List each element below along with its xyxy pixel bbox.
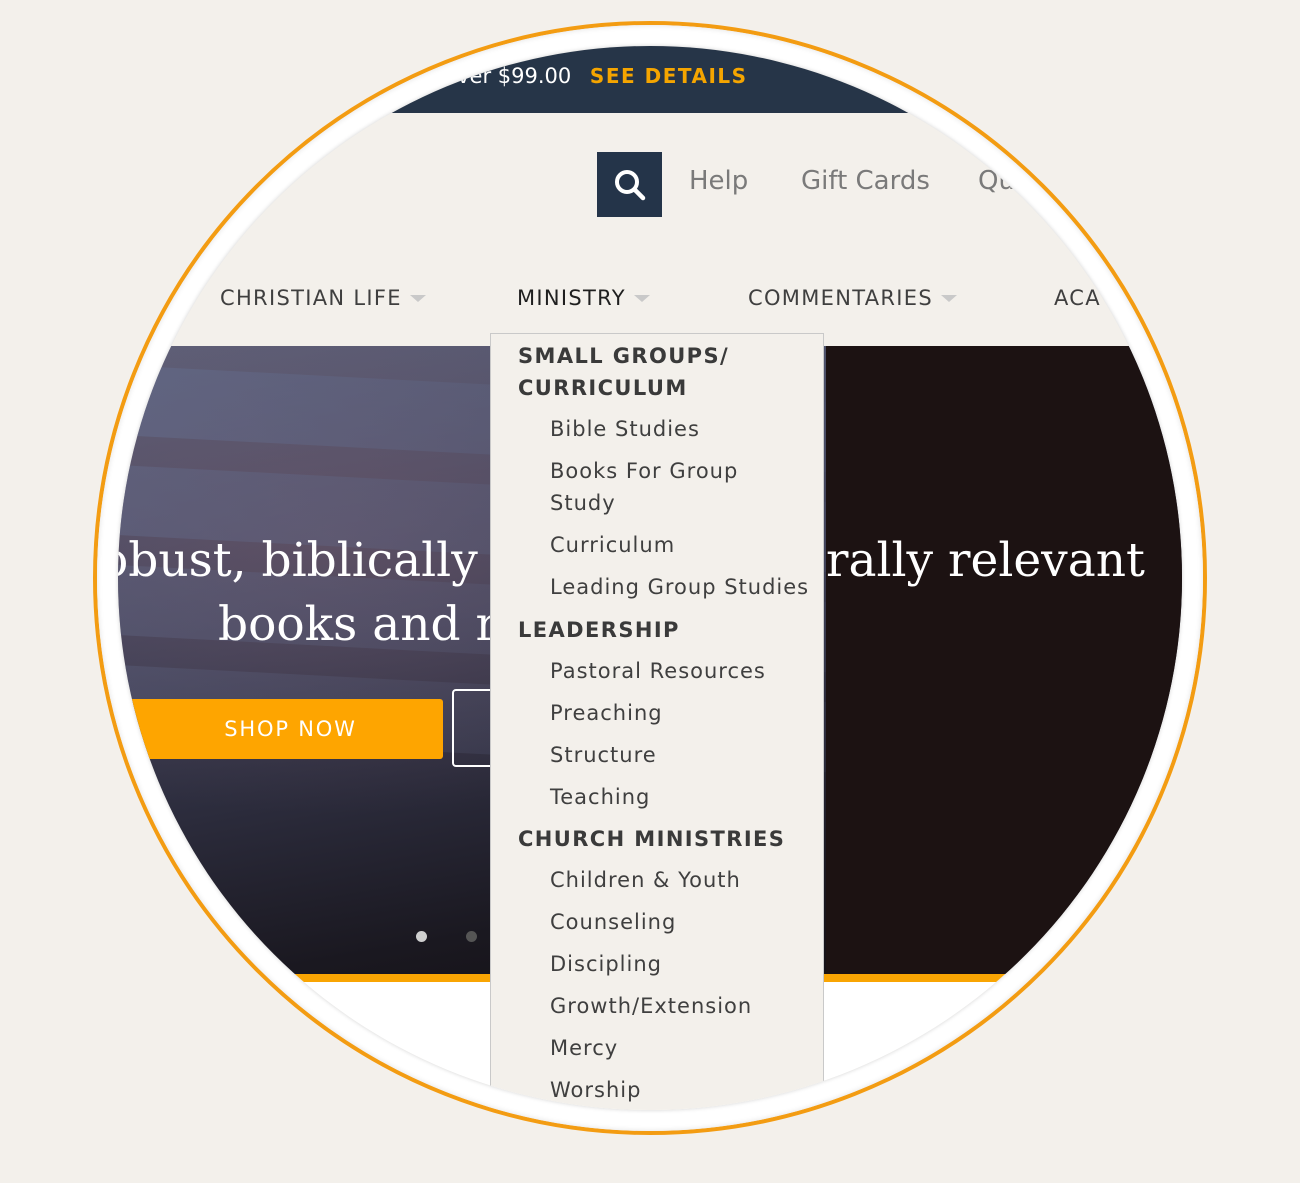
heading-line: CURRICULUM (518, 376, 688, 400)
chevron-down-icon (633, 294, 650, 302)
nav-label: MINISTRY (517, 286, 626, 310)
quick-link[interactable]: Qu (978, 166, 1015, 196)
dropdown-item-counseling[interactable]: Counseling (550, 906, 810, 938)
chevron-down-icon (409, 294, 426, 302)
promo-message: rs over $99.00 SEE DETAILS (418, 64, 748, 88)
help-link[interactable]: Help (689, 166, 748, 196)
nav-ministry[interactable]: MINISTRY (517, 286, 650, 310)
see-details-link[interactable]: SEE DETAILS (590, 64, 748, 88)
nav-commentaries[interactable]: COMMENTARIES (748, 286, 957, 310)
ministry-dropdown-menu: SMALL GROUPS/ CURRICULUM Bible Studies B… (490, 333, 824, 1110)
nav-academic[interactable]: ACA (1054, 286, 1101, 310)
dropdown-item-preaching[interactable]: Preaching (550, 697, 810, 729)
dropdown-item-bible-studies[interactable]: Bible Studies (550, 413, 810, 445)
dropdown-item-structure[interactable]: Structure (550, 739, 810, 771)
carousel-dot[interactable] (466, 931, 477, 942)
gift-cards-link[interactable]: Gift Cards (801, 166, 930, 196)
search-button[interactable] (597, 152, 662, 217)
hero-headline-line1-right: rally relevant (826, 533, 1145, 588)
nav-christian-life[interactable]: CHRISTIAN LIFE (220, 286, 426, 310)
dropdown-item-discipling[interactable]: Discipling (550, 948, 810, 980)
dropdown-item-children-youth[interactable]: Children & Youth (550, 864, 810, 896)
hero-headline-line1-left: obust, biblically r (118, 533, 516, 588)
nav-label: ACA (1054, 286, 1101, 310)
dropdown-heading-leadership[interactable]: LEADERSHIP (518, 614, 808, 646)
hero-image-dark (826, 346, 1182, 974)
promo-text: rs over $99.00 (418, 64, 572, 88)
dropdown-item-teaching[interactable]: Teaching (550, 781, 810, 813)
hero-headline-line2: books and re (218, 597, 526, 652)
dropdown-item-worship[interactable]: Worship (550, 1074, 810, 1106)
nav-label: COMMENTARIES (748, 286, 933, 310)
nav-label: CHRISTIAN LIFE (220, 286, 402, 310)
dropdown-heading-church-ministries[interactable]: CHURCH MINISTRIES (518, 823, 808, 855)
dropdown-item-pastoral-resources[interactable]: Pastoral Resources (550, 655, 810, 687)
dropdown-item-mercy[interactable]: Mercy (550, 1032, 810, 1064)
shop-now-button[interactable]: SHOP NOW (118, 699, 443, 759)
dropdown-item-leading-group-studies[interactable]: Leading Group Studies (550, 571, 830, 603)
magnifier-lens: rs over $99.00 SEE DETAILS Help Gift Car… (118, 46, 1182, 1110)
dropdown-item-curriculum[interactable]: Curriculum (550, 529, 810, 561)
search-icon (614, 169, 645, 200)
carousel-dot-active[interactable] (416, 931, 427, 942)
heading-line: SMALL GROUPS/ (518, 344, 730, 368)
dropdown-item-growth-extension[interactable]: Growth/Extension (550, 990, 810, 1022)
chevron-down-icon (940, 294, 957, 302)
dropdown-item-books-for-group-study[interactable]: Books For Group Study (550, 455, 810, 519)
dropdown-heading-small-groups[interactable]: SMALL GROUPS/ CURRICULUM (518, 340, 808, 404)
